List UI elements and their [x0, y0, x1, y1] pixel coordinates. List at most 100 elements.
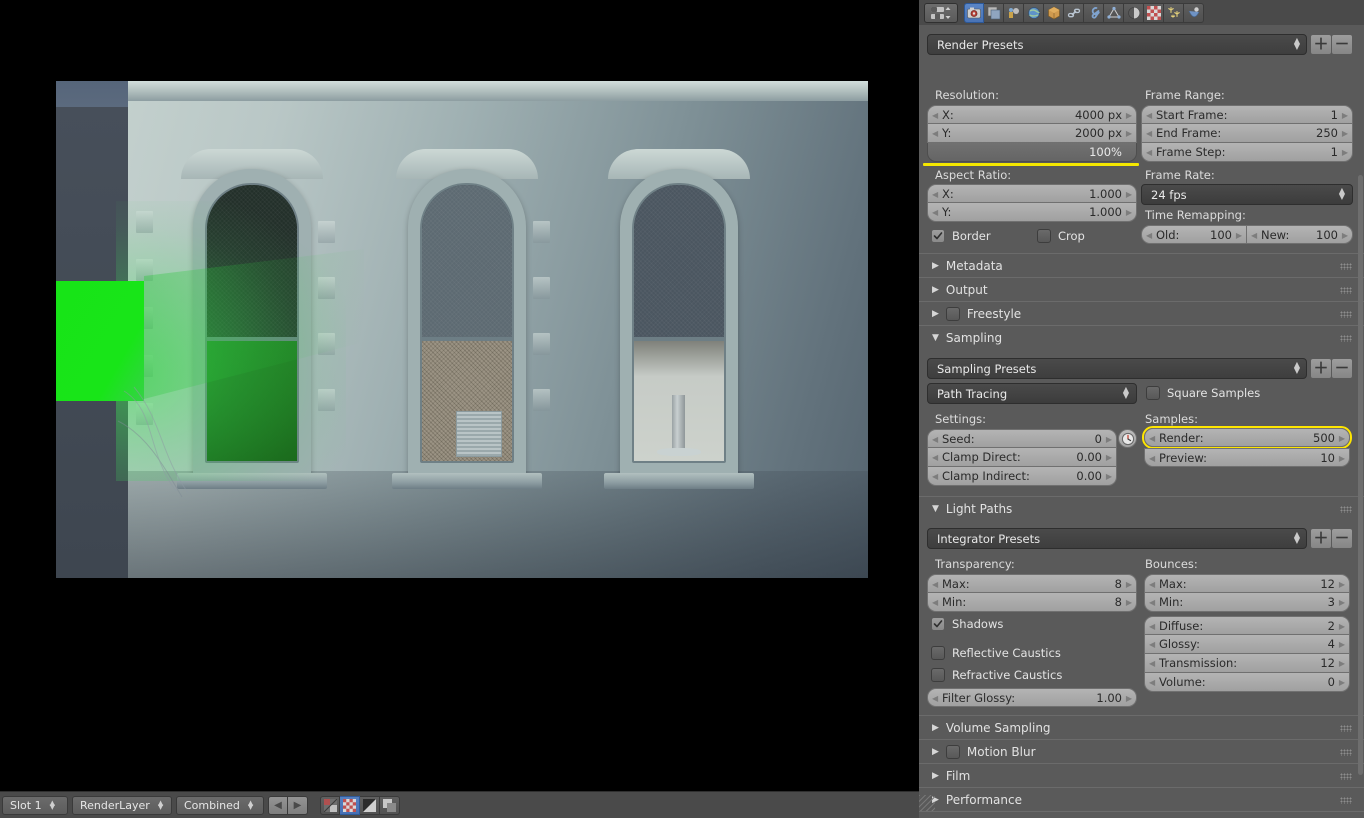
- decrement-arrow-icon[interactable]: ◀: [1146, 129, 1152, 138]
- panel-header-film[interactable]: ▶ Film: [919, 763, 1364, 787]
- image-layer-icon[interactable]: [380, 795, 400, 815]
- aspect-y-field[interactable]: ◀ Y: 1.000 ▶: [927, 203, 1137, 222]
- bounces-min-field[interactable]: ◀ Min: 3 ▶: [1144, 593, 1350, 612]
- square-samples-row[interactable]: Square Samples: [1146, 386, 1260, 400]
- resolution-percentage-field[interactable]: 100%: [927, 143, 1137, 162]
- reflective-caustics-checkbox[interactable]: [931, 646, 945, 660]
- increment-arrow-icon[interactable]: ▶: [1339, 659, 1345, 668]
- particles-tab[interactable]: [1164, 2, 1184, 23]
- scene-tab[interactable]: [1004, 2, 1024, 23]
- decrement-arrow-icon[interactable]: ◀: [932, 598, 938, 607]
- seed-field[interactable]: ◀ Seed: 0 ▶: [927, 429, 1117, 448]
- border-checkbox-row[interactable]: Border: [931, 229, 991, 243]
- decrement-arrow-icon[interactable]: ◀: [1149, 454, 1155, 463]
- decrement-arrow-icon[interactable]: ◀: [932, 435, 938, 444]
- panel-header-output[interactable]: ▶ Output: [919, 277, 1364, 301]
- time-remap-new-field[interactable]: ◀ New: 100 ▶: [1247, 225, 1353, 244]
- crop-checkbox-row[interactable]: Crop: [1037, 229, 1085, 243]
- decrement-arrow-icon[interactable]: ◀: [932, 472, 938, 481]
- render-result-view[interactable]: [0, 0, 919, 791]
- decrement-arrow-icon[interactable]: ◀: [932, 580, 938, 589]
- add-sampling-preset-button[interactable]: ＋: [1310, 358, 1332, 379]
- decrement-arrow-icon[interactable]: ◀: [1146, 231, 1152, 240]
- preview-samples-field[interactable]: ◀ Preview: 10 ▶: [1144, 448, 1350, 467]
- alpha-over-icon[interactable]: [320, 795, 340, 815]
- decrement-arrow-icon[interactable]: ◀: [932, 453, 938, 462]
- resolution-y-field[interactable]: ◀ Y: 2000 px ▶: [927, 124, 1137, 143]
- remove-sampling-preset-button[interactable]: －: [1331, 358, 1353, 379]
- increment-arrow-icon[interactable]: ▶: [1126, 111, 1132, 120]
- panel-header-motion-blur[interactable]: ▶ Motion Blur: [919, 739, 1364, 763]
- reflective-caustics-row[interactable]: Reflective Caustics: [931, 646, 1061, 660]
- integrator-dropdown[interactable]: Path Tracing ▲ ▼: [927, 383, 1137, 404]
- volume-bounces-field[interactable]: ◀ Volume: 0 ▶: [1144, 673, 1350, 692]
- aspect-x-field[interactable]: ◀ X: 1.000 ▶: [927, 184, 1137, 203]
- decrement-arrow-icon[interactable]: ◀: [1149, 598, 1155, 607]
- increment-arrow-icon[interactable]: ▶: [1126, 129, 1132, 138]
- add-integrator-preset-button[interactable]: ＋: [1310, 528, 1332, 549]
- sampling-presets-dropdown[interactable]: Sampling Presets ▲ ▼: [927, 358, 1307, 379]
- increment-arrow-icon[interactable]: ▶: [1126, 598, 1132, 607]
- increment-arrow-icon[interactable]: ▶: [1126, 694, 1132, 703]
- decrement-arrow-icon[interactable]: ◀: [932, 190, 938, 199]
- decrement-arrow-icon[interactable]: ◀: [1149, 622, 1155, 631]
- decrement-arrow-icon[interactable]: ◀: [932, 208, 938, 217]
- decrement-arrow-icon[interactable]: ◀: [932, 129, 938, 138]
- increment-arrow-icon[interactable]: ▶: [1126, 580, 1132, 589]
- panel-header-sampling[interactable]: ▼ Sampling: [919, 325, 1364, 349]
- increment-arrow-icon[interactable]: ▶: [1339, 434, 1345, 443]
- next-slot-button[interactable]: ▶: [288, 795, 308, 815]
- render-tab[interactable]: [964, 2, 984, 23]
- increment-arrow-icon[interactable]: ▶: [1339, 580, 1345, 589]
- start-frame-field[interactable]: ◀ Start Frame: 1 ▶: [1141, 105, 1353, 124]
- panel-header-performance[interactable]: ▶ Performance: [919, 787, 1364, 811]
- previous-slot-button[interactable]: ◀: [268, 795, 288, 815]
- frame-step-field[interactable]: ◀ Frame Step: 1 ▶: [1141, 143, 1353, 162]
- increment-arrow-icon[interactable]: ▶: [1342, 148, 1348, 157]
- increment-arrow-icon[interactable]: ▶: [1342, 129, 1348, 138]
- freestyle-checkbox[interactable]: [945, 306, 960, 321]
- filter-glossy-field[interactable]: ◀ Filter Glossy: 1.00 ▶: [927, 688, 1137, 707]
- increment-arrow-icon[interactable]: ▶: [1339, 640, 1345, 649]
- render-layers-tab[interactable]: [984, 2, 1004, 23]
- decrement-arrow-icon[interactable]: ◀: [1149, 640, 1155, 649]
- integrator-presets-dropdown[interactable]: Integrator Presets ▲ ▼: [927, 528, 1307, 549]
- refractive-caustics-row[interactable]: Refractive Caustics: [931, 668, 1062, 682]
- render-layer-selector[interactable]: RenderLayer ▲ ▼: [72, 795, 172, 815]
- shadows-row[interactable]: Shadows: [931, 617, 1003, 631]
- decrement-arrow-icon[interactable]: ◀: [1251, 231, 1257, 240]
- animate-seed-clock-icon[interactable]: [1118, 429, 1137, 448]
- increment-arrow-icon[interactable]: ▶: [1106, 472, 1112, 481]
- decrement-arrow-icon[interactable]: ◀: [1146, 148, 1152, 157]
- transmission-bounces-field[interactable]: ◀ Transmission: 12 ▶: [1144, 654, 1350, 673]
- increment-arrow-icon[interactable]: ▶: [1236, 231, 1242, 240]
- increment-arrow-icon[interactable]: ▶: [1106, 435, 1112, 444]
- frame-rate-dropdown[interactable]: 24 fps ▲ ▼: [1141, 184, 1353, 205]
- shadows-checkbox[interactable]: [931, 617, 945, 631]
- render-samples-field[interactable]: ◀ Render: 500 ▶: [1144, 428, 1350, 447]
- motion-blur-checkbox[interactable]: [945, 744, 960, 759]
- glossy-bounces-field[interactable]: ◀ Glossy: 4 ▶: [1144, 635, 1350, 654]
- checker-alpha-icon[interactable]: [340, 795, 360, 815]
- remove-render-preset-button[interactable]: －: [1331, 34, 1353, 55]
- increment-arrow-icon[interactable]: ▶: [1339, 678, 1345, 687]
- object-tab[interactable]: [1044, 2, 1064, 23]
- decrement-arrow-icon[interactable]: ◀: [1149, 434, 1155, 443]
- slot-selector[interactable]: Slot 1 ▲ ▼: [2, 795, 68, 815]
- bounces-max-field[interactable]: ◀ Max: 12 ▶: [1144, 574, 1350, 593]
- decrement-arrow-icon[interactable]: ◀: [932, 694, 938, 703]
- editor-type-icon[interactable]: [924, 2, 958, 23]
- increment-arrow-icon[interactable]: ▶: [1126, 190, 1132, 199]
- panel-header-volume-sampling[interactable]: ▶ Volume Sampling: [919, 715, 1364, 739]
- area-resize-grip[interactable]: [919, 795, 935, 811]
- increment-arrow-icon[interactable]: ▶: [1106, 453, 1112, 462]
- material-tab[interactable]: [1124, 2, 1144, 23]
- texture-tab[interactable]: [1144, 2, 1164, 23]
- time-remap-old-field[interactable]: ◀ Old: 100 ▶: [1141, 225, 1247, 244]
- constraints-tab[interactable]: [1064, 2, 1084, 23]
- border-checkbox[interactable]: [931, 229, 945, 243]
- modifiers-tab[interactable]: [1084, 2, 1104, 23]
- increment-arrow-icon[interactable]: ▶: [1339, 454, 1345, 463]
- end-frame-field[interactable]: ◀ End Frame: 250 ▶: [1141, 124, 1353, 143]
- transparency-max-field[interactable]: ◀ Max: 8 ▶: [927, 574, 1137, 593]
